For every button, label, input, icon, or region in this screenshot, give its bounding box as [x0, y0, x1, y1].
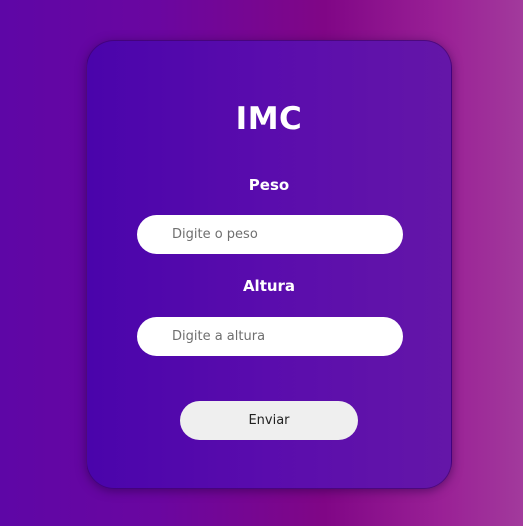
altura-input[interactable]: [137, 317, 403, 356]
imc-form-card: IMC Peso Altura Enviar: [86, 40, 452, 489]
form-title: IMC: [235, 101, 303, 137]
peso-label: Peso: [248, 176, 290, 194]
peso-input[interactable]: [137, 215, 403, 254]
altura-label: Altura: [242, 277, 296, 295]
enviar-button[interactable]: Enviar: [180, 401, 358, 440]
